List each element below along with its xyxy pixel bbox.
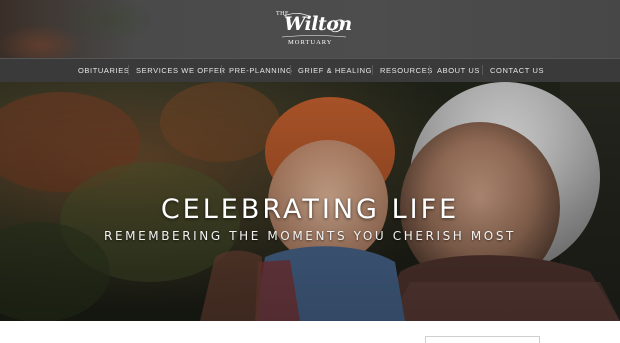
hero-banner: CELEBRATING LIFE REMEMBERING THE MOMENTS… — [0, 82, 620, 321]
site-logo[interactable]: THE Wilton MORTUARY — [270, 8, 352, 50]
nav-item-contact-us[interactable]: CONTACT US — [490, 66, 544, 75]
nav-item-services-we-offer[interactable]: SERVICES WE OFFER — [136, 66, 226, 75]
search-box[interactable] — [425, 336, 540, 343]
nav-item-pre-planning[interactable]: PRE-PLANNING — [229, 66, 292, 75]
nav-item-grief-healing[interactable]: GRIEF & HEALING — [298, 66, 372, 75]
nav-divider — [429, 65, 430, 75]
logo-name-text: Wilton — [284, 13, 352, 35]
nav-item-resources[interactable]: RESOURCES — [380, 66, 433, 75]
nav-divider — [482, 65, 483, 75]
nav-divider — [221, 65, 222, 75]
nav-item-obituaries[interactable]: OBITUARIES — [78, 66, 129, 75]
logo-mortuary-text: MORTUARY — [288, 39, 333, 46]
hero-subtitle: REMEMBERING THE MOMENTS YOU CHERISH MOST — [104, 229, 516, 243]
hero-title: CELEBRATING LIFE — [160, 194, 460, 225]
nav-divider — [372, 65, 373, 75]
nav-divider — [290, 65, 291, 75]
nav-item-about-us[interactable]: ABOUT US — [437, 66, 480, 75]
header-background-image — [0, 0, 150, 58]
site-header: THE Wilton MORTUARY — [0, 0, 620, 58]
main-navigation: OBITUARIES SERVICES WE OFFER PRE-PLANNIN… — [0, 58, 620, 82]
nav-divider — [128, 65, 129, 75]
